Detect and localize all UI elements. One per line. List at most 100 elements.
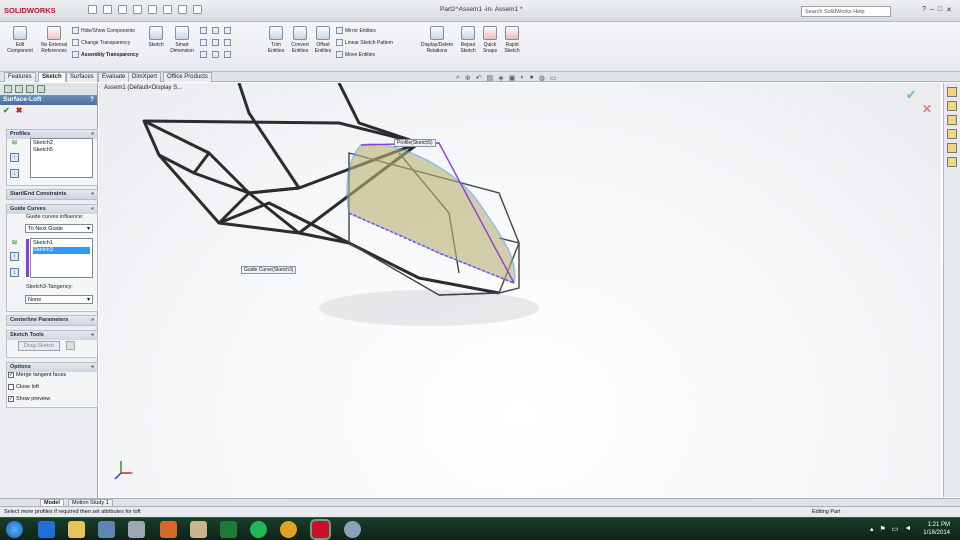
line-icon[interactable] — [200, 27, 207, 34]
tab-sketch[interactable]: Sketch — [38, 72, 66, 82]
undo-icon[interactable] — [148, 5, 157, 14]
expand-icon[interactable]: » — [91, 191, 94, 198]
guide-move-up-button[interactable]: ↑ — [10, 252, 19, 261]
display-manager-icon[interactable] — [37, 85, 45, 93]
list-item[interactable]: Sketch5 — [33, 147, 90, 154]
collapse-icon[interactable]: « — [91, 131, 94, 138]
move-down-button[interactable]: ↓ — [10, 169, 19, 178]
checkbox-unchecked[interactable] — [8, 384, 14, 390]
close-icon[interactable]: ✕ — [946, 6, 952, 14]
sketch-button[interactable]: Sketch — [146, 26, 166, 48]
matlab-icon[interactable] — [160, 521, 177, 538]
options-icon[interactable] — [193, 5, 202, 14]
offset-entities-button[interactable]: Offset Entities — [312, 26, 334, 54]
list-item[interactable]: Sketch1 — [33, 240, 90, 247]
checkbox-checked[interactable]: ✓ — [8, 396, 14, 402]
start-button[interactable] — [6, 521, 23, 538]
drag-sketch-button[interactable]: Drag Sketch — [18, 341, 60, 351]
collapse-icon[interactable]: « — [91, 364, 94, 371]
ellipse-icon[interactable] — [212, 51, 219, 58]
app-icon-2[interactable] — [190, 521, 207, 538]
spotify-icon[interactable] — [250, 521, 267, 538]
volume-icon[interactable]: ◄ — [904, 525, 911, 533]
rebuild-icon[interactable] — [178, 5, 187, 14]
property-manager-icon[interactable] — [15, 85, 23, 93]
solidworks-resources-icon[interactable] — [947, 87, 957, 97]
print-icon[interactable] — [133, 5, 142, 14]
assembly-transparency-button[interactable]: Assembly Transparency — [72, 51, 139, 58]
cancel-button[interactable]: ✖ — [16, 106, 23, 115]
options-header[interactable]: Options « — [7, 363, 97, 372]
view-palette-icon[interactable] — [947, 129, 957, 139]
new-document-icon[interactable] — [88, 5, 97, 14]
section-view-icon[interactable]: ▤ — [487, 74, 494, 82]
expand-icon[interactable]: » — [91, 317, 94, 324]
minimize-icon[interactable]: – — [930, 6, 934, 14]
guide-curves-header[interactable]: Guide Curves « — [7, 205, 97, 214]
collapse-icon[interactable]: « — [91, 206, 94, 213]
rapid-sketch-button[interactable]: Rapid Sketch — [502, 26, 522, 54]
collapse-icon[interactable]: « — [91, 332, 94, 339]
help-button[interactable]: ? — [90, 96, 94, 104]
edit-appearance-icon[interactable]: ● — [530, 74, 534, 82]
show-preview-checkbox[interactable]: ✓ Show preview — [8, 396, 50, 402]
appearances-icon[interactable] — [947, 143, 957, 153]
point-icon[interactable] — [224, 39, 231, 46]
profile-callout[interactable]: Profile(Sketch5) — [394, 139, 436, 147]
move-entities-button[interactable]: Move Entities — [336, 51, 375, 58]
hide-show-components-button[interactable]: Hide/Show Components — [72, 27, 135, 34]
list-item-selected[interactable]: Sketch3 — [33, 247, 90, 254]
linear-sketch-pattern-button[interactable]: Linear Sketch Pattern — [336, 39, 393, 46]
guide-curve-callout[interactable]: Guide Curve(Sketch3) — [241, 266, 297, 274]
tab-surfaces[interactable]: Surfaces — [66, 72, 98, 82]
polygon-icon[interactable] — [212, 39, 219, 46]
previous-view-icon[interactable]: ↶ — [476, 74, 482, 82]
tray-arrow-icon[interactable]: ▴ — [870, 525, 874, 533]
design-library-icon[interactable] — [947, 101, 957, 111]
app-icon-1[interactable] — [128, 521, 145, 538]
open-icon[interactable] — [103, 5, 112, 14]
custom-properties-icon[interactable] — [947, 157, 957, 167]
trim-entities-button[interactable]: Trim Entities — [264, 26, 288, 54]
edit-component-button[interactable]: Edit Component — [6, 26, 34, 54]
hide-show-items-icon[interactable]: ◐ — [520, 74, 524, 82]
smart-dimension-button[interactable]: Smart Dimension — [168, 26, 196, 54]
file-explorer-icon[interactable] — [947, 115, 957, 125]
zoom-area-icon[interactable]: ⊕ — [465, 74, 471, 82]
rectangle-icon[interactable] — [200, 39, 207, 46]
list-item[interactable]: Sketch2 — [33, 140, 90, 147]
help-search-input[interactable]: Search SolidWorks Help — [801, 6, 891, 17]
loft-surface[interactable] — [346, 143, 516, 285]
text-icon[interactable] — [224, 51, 231, 58]
confirm-cancel-icon[interactable]: ✕ — [922, 102, 932, 116]
configuration-manager-icon[interactable] — [26, 85, 34, 93]
quick-snaps-button[interactable]: Quick Snaps — [480, 26, 500, 54]
tab-features[interactable]: Features — [4, 72, 36, 82]
close-loft-checkbox[interactable]: Close loft — [8, 384, 39, 390]
move-up-button[interactable]: ↑ — [10, 153, 19, 162]
profiles-list[interactable]: Sketch2 Sketch5 — [30, 138, 93, 178]
guide-influence-select[interactable]: To Next Guide — [25, 224, 93, 233]
app-icon-3[interactable] — [344, 521, 361, 538]
no-external-references-button[interactable]: No External References — [38, 26, 70, 54]
restore-icon[interactable]: □ — [938, 6, 942, 14]
graphics-area[interactable] — [99, 82, 941, 497]
confirm-ok-icon[interactable]: ✔ — [906, 88, 916, 102]
display-delete-relations-button[interactable]: Display/Delete Relations — [418, 26, 456, 54]
view-settings-icon[interactable]: ▭ — [550, 74, 557, 82]
change-transparency-button[interactable]: Change Transparency — [72, 39, 130, 46]
zoom-to-fit-icon[interactable]: ⌕ — [456, 74, 460, 82]
clock[interactable]: 1:21 PM 1/16/2014 — [923, 521, 950, 537]
checkbox-checked[interactable]: ✓ — [8, 372, 14, 378]
merge-tangent-faces-checkbox[interactable]: ✓ Merge tangent faces — [8, 372, 66, 378]
tab-evaluate[interactable]: Evaluate — [98, 72, 130, 82]
tangency-select[interactable]: None — [25, 295, 93, 304]
undo-sketch-icon[interactable] — [66, 341, 75, 350]
ok-button[interactable]: ✔ — [3, 106, 10, 115]
centerline-header[interactable]: Centerline Parameters» — [7, 316, 97, 325]
save-icon[interactable] — [118, 5, 127, 14]
tab-office-products[interactable]: Office Products — [163, 72, 212, 82]
feature-tree-flyout[interactable]: Assem1 (Default<Display S... — [104, 85, 182, 91]
repair-sketch-button[interactable]: Repair Sketch — [458, 26, 478, 54]
circle-icon[interactable] — [200, 51, 207, 58]
